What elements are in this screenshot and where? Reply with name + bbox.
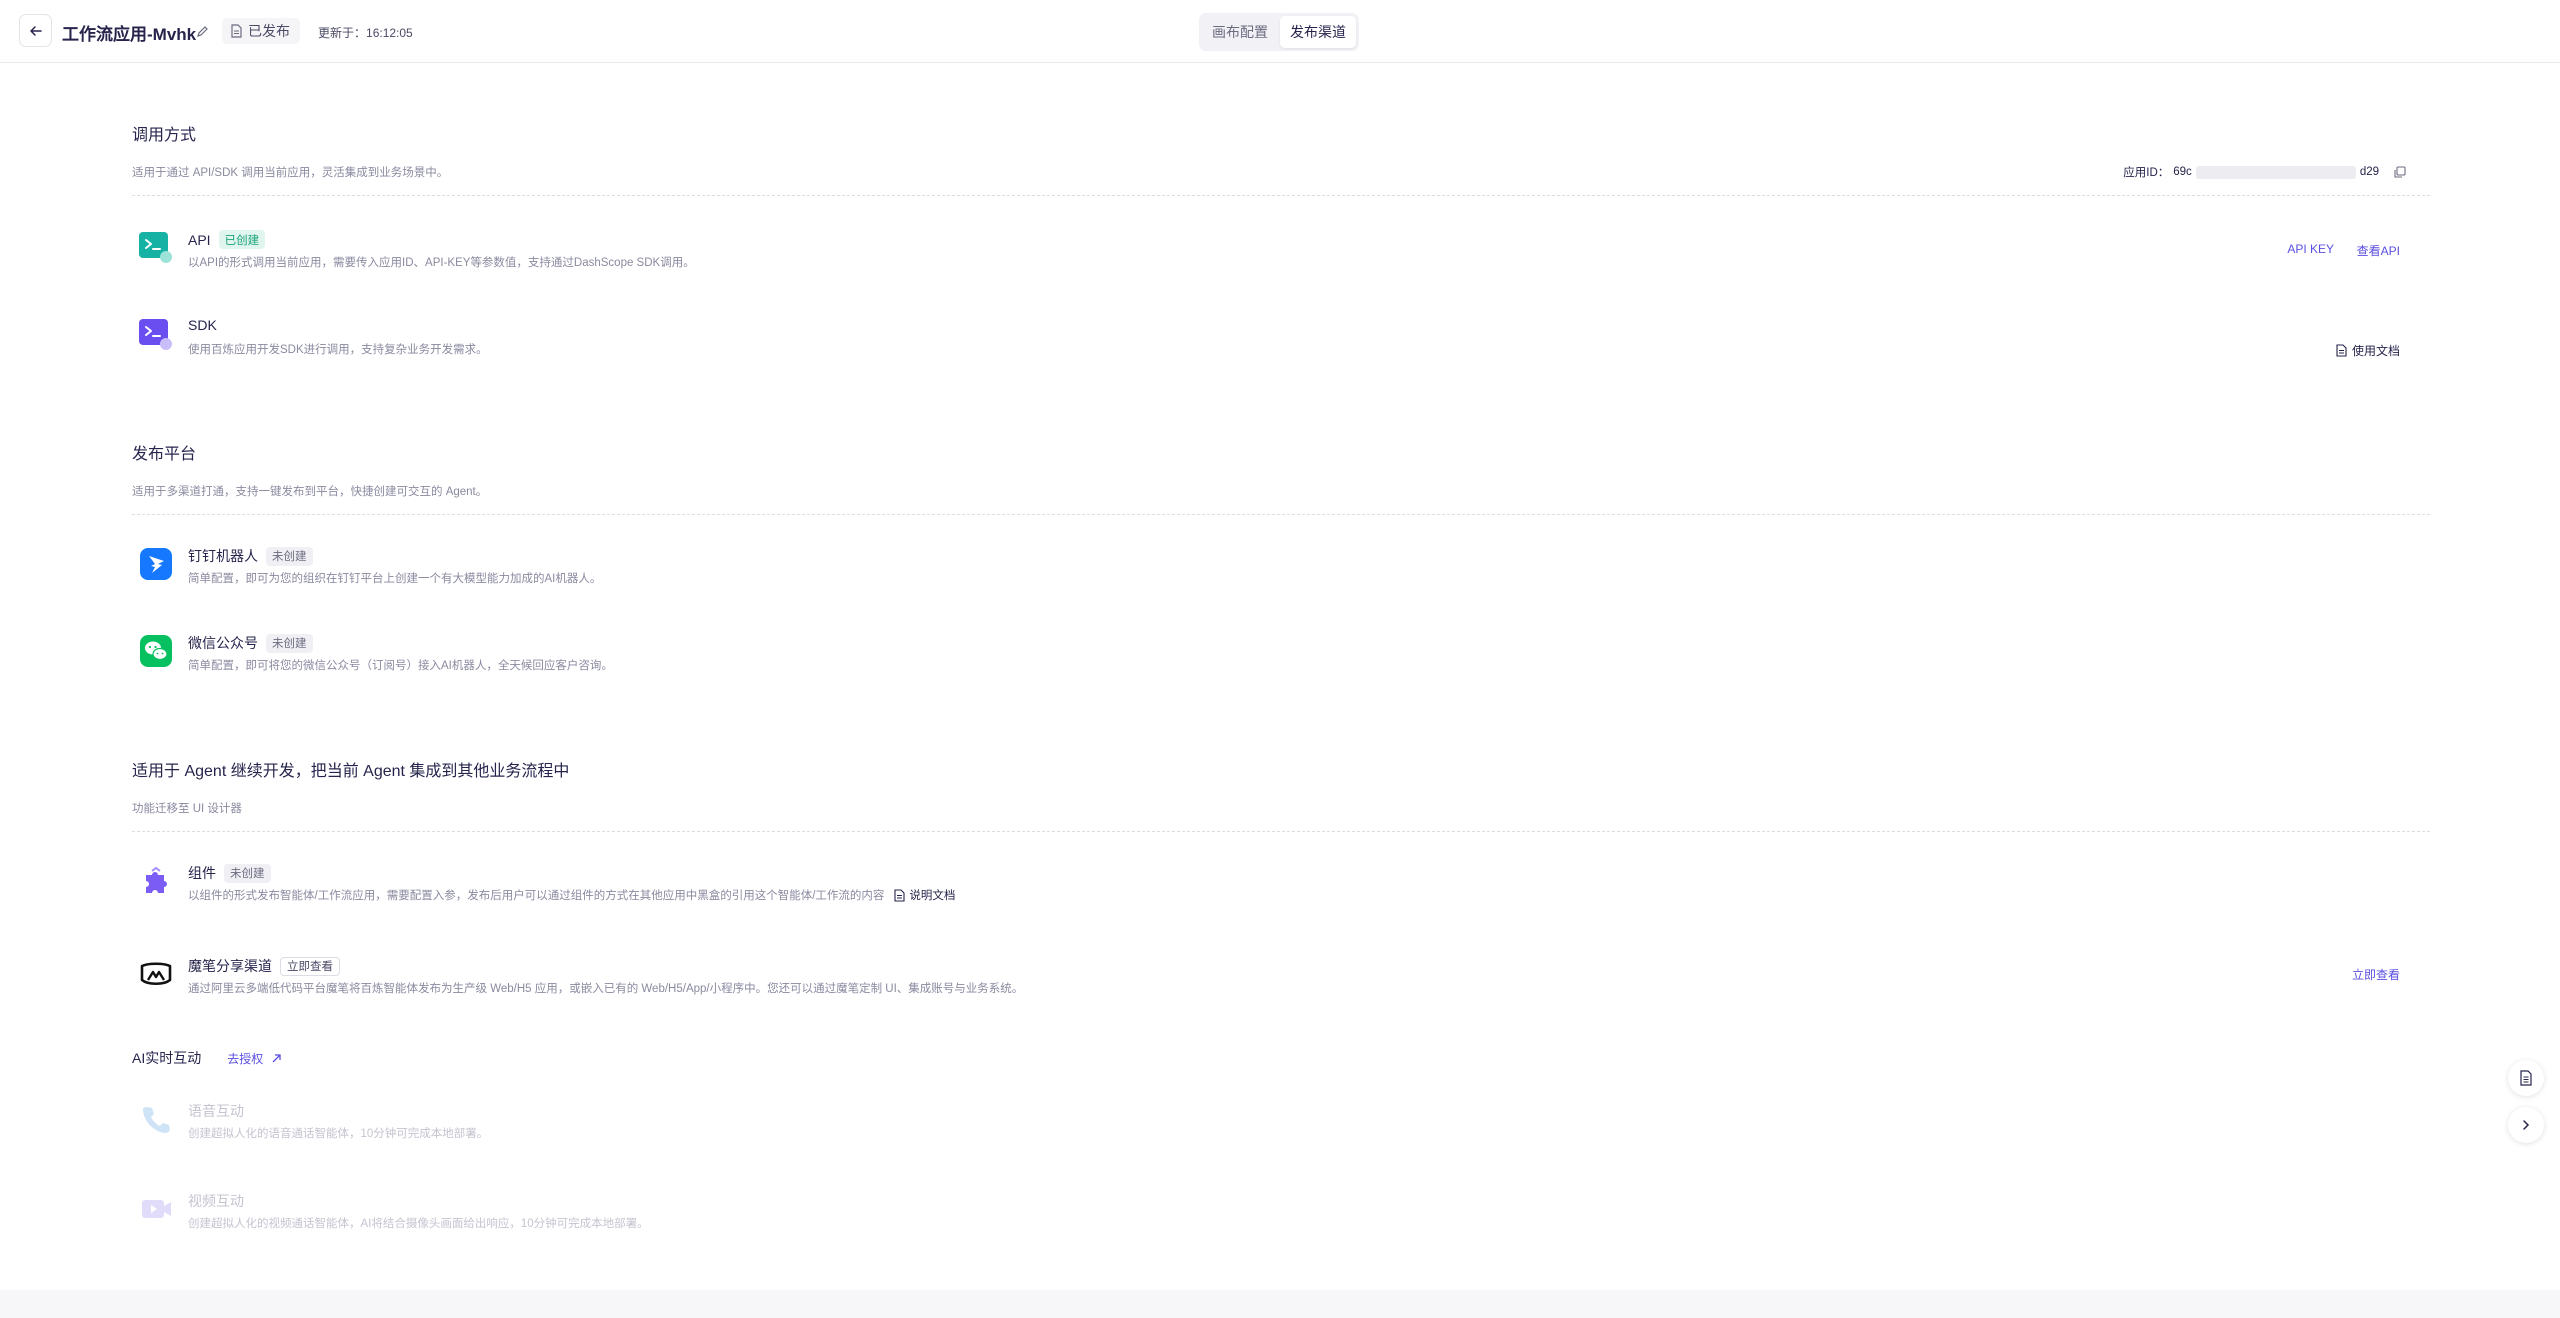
video-desc: 创建超拟人化的视频通话智能体，AI将结合摄像头画面给出响应，10分钟可完成本地部… <box>188 1218 649 1230</box>
invoke-section-desc: 适用于通过 API/SDK 调用当前应用，灵活集成到业务场景中。 <box>132 167 449 179</box>
api-key-link[interactable]: API KEY <box>2287 242 2334 256</box>
sdk-item: SDK 使用百炼应用开发SDK进行调用，支持复杂业务开发需求。 使用文档 <box>138 317 2428 365</box>
page-bottom-band <box>0 1290 2560 1318</box>
app-id-mask <box>2195 165 2356 179</box>
arrow-left-icon <box>29 25 42 36</box>
phone-icon <box>143 1107 170 1133</box>
api-name: API 已创建 <box>188 230 266 249</box>
app-id-prefix: 69c <box>2173 166 2192 178</box>
publish-status-text: 已发布 <box>248 23 290 39</box>
dingtalk-item[interactable]: 钉钉机器人 未创建 简单配置，即可为您的组织在钉钉平台上创建一个有大模型能力加成… <box>138 546 2428 594</box>
terminal-api-icon <box>139 232 172 263</box>
invoke-divider <box>132 195 2430 196</box>
video-name: 视频互动 <box>188 1191 244 1211</box>
sdk-title: SDK <box>188 317 217 333</box>
dingtalk-desc: 简单配置，即可为您的组织在钉钉平台上创建一个有大模型能力加成的AI机器人。 <box>188 573 602 585</box>
video-camera-icon <box>142 1200 171 1218</box>
external-arrow-icon <box>272 1053 281 1062</box>
tab-canvas-config[interactable]: 画布配置 <box>1202 16 1278 48</box>
sdk-desc: 使用百炼应用开发SDK进行调用，支持复杂业务开发需求。 <box>188 344 488 356</box>
wechat-desc: 简单配置，即可将您的微信公众号（订阅号）接入AI机器人，全天候回应客户咨询。 <box>188 660 613 672</box>
wechat-status-badge: 未创建 <box>266 633 313 653</box>
sdk-name: SDK <box>188 317 217 333</box>
component-item: 组件 未创建 以组件的形式发布智能体/工作流应用，需要配置入参，发布后用户可以通… <box>138 863 2428 911</box>
publish-divider <box>132 514 2430 515</box>
wechat-icon <box>140 635 172 667</box>
agent-section-desc: 功能迁移至 UI 设计器 <box>132 803 242 815</box>
api-title: API <box>188 231 211 248</box>
voice-desc: 创建超拟人化的语音通话智能体，10分钟可完成本地部署。 <box>188 1128 489 1140</box>
voice-title: 语音互动 <box>188 1103 244 1119</box>
updated-time: 更新于：16:12:05 <box>318 24 413 41</box>
api-desc: 以API的形式调用当前应用，需要传入应用ID、API-KEY等参数值，支持通过D… <box>188 257 695 269</box>
document-icon <box>2520 1070 2532 1086</box>
edit-icon[interactable] <box>196 24 210 38</box>
mobi-name: 魔笔分享渠道 立即查看 <box>188 956 340 976</box>
ai-realtime-title: AI实时互动 <box>132 1050 202 1066</box>
authorize-label: 去授权 <box>227 1051 264 1066</box>
floating-doc-button[interactable] <box>2508 1060 2544 1096</box>
app-id: 应用ID： 69c d29 <box>2123 164 2406 180</box>
mobi-view-link[interactable]: 立即查看 <box>2352 966 2400 983</box>
component-doc-link[interactable]: 说明文档 <box>894 887 955 903</box>
mobi-desc: 通过阿里云多端低代码平台魔笔将百炼智能体发布为生产级 Web/H5 应用，或嵌入… <box>188 983 1024 995</box>
video-interaction-item: 视频互动 创建超拟人化的视频通话智能体，AI将结合摄像头画面给出响应，10分钟可… <box>138 1191 2428 1239</box>
mobi-title: 魔笔分享渠道 <box>188 958 272 974</box>
api-status-badge: 已创建 <box>218 230 266 249</box>
voice-interaction-item: 语音互动 创建超拟人化的语音通话智能体，10分钟可完成本地部署。 <box>138 1101 2428 1149</box>
component-name: 组件 未创建 <box>188 863 271 883</box>
floating-expand-button[interactable] <box>2508 1107 2544 1143</box>
dingtalk-title: 钉钉机器人 <box>188 548 258 564</box>
wechat-title: 微信公众号 <box>188 635 258 651</box>
back-button[interactable] <box>19 14 52 47</box>
dingtalk-name: 钉钉机器人 未创建 <box>188 546 313 566</box>
app-title: 工作流应用-Mvhk <box>62 25 197 44</box>
puzzle-component-icon <box>146 866 167 893</box>
authorize-link[interactable]: 去授权 <box>227 1050 282 1067</box>
app-header: 工作流应用-Mvhk 已发布 更新于：16:12:05 画布配置 发布渠道 <box>0 0 2560 63</box>
publish-status-badge: 已发布 <box>222 18 300 44</box>
dingtalk-icon <box>140 548 172 580</box>
invoke-section-title: 调用方式 <box>132 127 197 144</box>
tab-publish-channels[interactable]: 发布渠道 <box>1280 16 1356 48</box>
publish-section-desc: 适用于多渠道打通，支持一键发布到平台，快捷创建可交互的 Agent。 <box>132 486 488 498</box>
component-doc-label: 说明文档 <box>909 890 956 902</box>
publish-section-title: 发布平台 <box>132 446 197 463</box>
copy-icon[interactable] <box>2393 165 2406 179</box>
dingtalk-status-badge: 未创建 <box>266 546 313 566</box>
sdk-doc-link[interactable]: 使用文档 <box>2336 342 2400 359</box>
component-status-badge: 未创建 <box>224 863 271 883</box>
agent-section-title: 适用于 Agent 继续开发，把当前 Agent 集成到其他业务流程中 <box>132 763 570 780</box>
voice-name: 语音互动 <box>188 1101 244 1121</box>
document-icon <box>2336 344 2347 357</box>
video-title: 视频互动 <box>188 1193 244 1209</box>
component-title: 组件 <box>188 865 216 881</box>
mobi-item: 魔笔分享渠道 立即查看 通过阿里云多端低代码平台魔笔将百炼智能体发布为生产级 W… <box>138 956 2428 1004</box>
api-item: API 已创建 以API的形式调用当前应用，需要传入应用ID、API-KEY等参… <box>138 230 2428 278</box>
agent-divider <box>132 831 2430 832</box>
app-id-suffix: d29 <box>2359 166 2379 178</box>
chevron-right-icon <box>2523 1120 2530 1130</box>
app-id-label: 应用ID： <box>2123 167 2170 179</box>
ai-realtime-header: AI实时互动 去授权 <box>132 1048 282 1068</box>
terminal-sdk-icon <box>139 319 172 350</box>
mode-tabs: 画布配置 发布渠道 <box>1199 13 1359 51</box>
sdk-doc-label: 使用文档 <box>2351 344 2400 358</box>
mobi-view-badge[interactable]: 立即查看 <box>280 956 340 976</box>
component-desc: 以组件的形式发布智能体/工作流应用，需要配置入参，发布后用户可以通过组件的方式在… <box>188 887 955 903</box>
view-api-link[interactable]: 查看API <box>2357 242 2400 259</box>
mobi-logo-icon <box>140 962 172 986</box>
updated-label: 更新于： <box>318 26 367 40</box>
updated-value: 16:12:05 <box>366 26 413 40</box>
document-icon <box>231 24 242 38</box>
wechat-item[interactable]: 微信公众号 未创建 简单配置，即可将您的微信公众号（订阅号）接入AI机器人，全天… <box>138 633 2428 681</box>
document-icon <box>894 888 905 902</box>
wechat-name: 微信公众号 未创建 <box>188 633 313 653</box>
component-desc-text: 以组件的形式发布智能体/工作流应用，需要配置入参，发布后用户可以通过组件的方式在… <box>188 890 885 902</box>
